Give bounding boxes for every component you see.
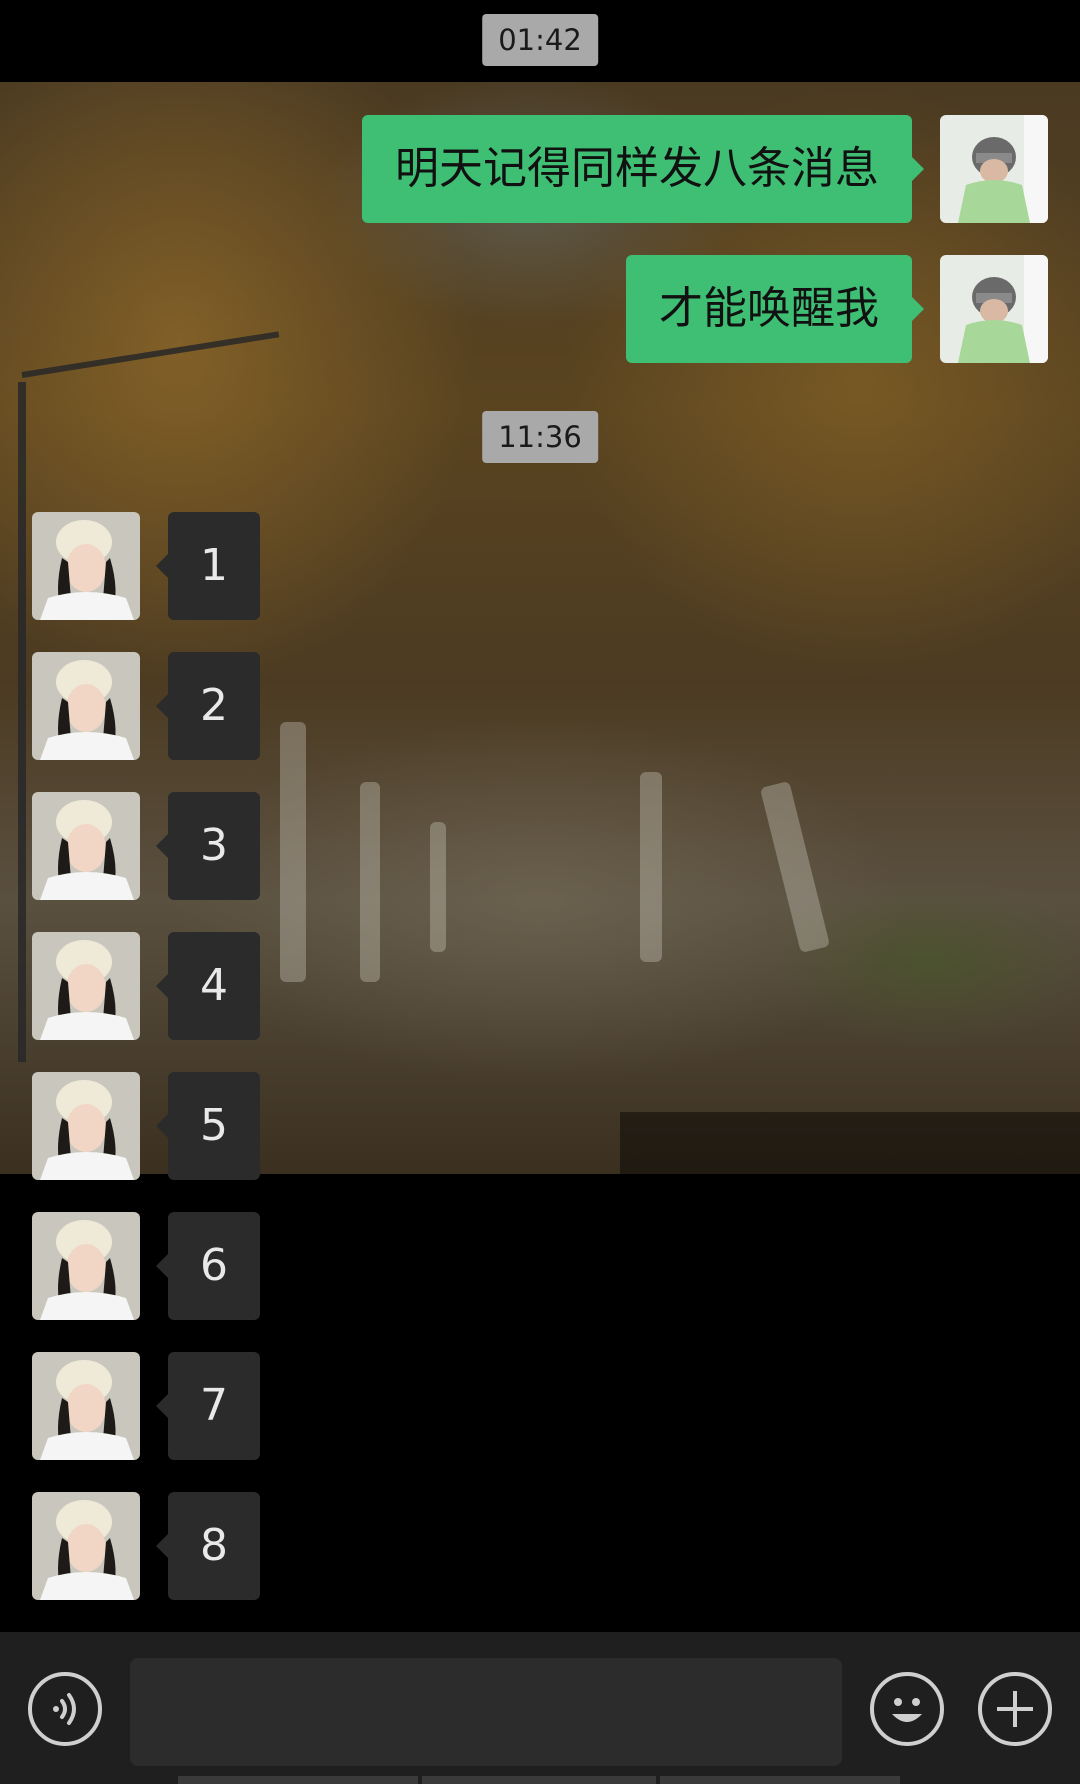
outgoing-message-bubble[interactable]: 明天记得同样发八条消息 [362, 115, 924, 223]
contact-avatar[interactable] [32, 792, 140, 900]
incoming-message-bubble[interactable]: 6 [156, 1212, 260, 1320]
lamp-post [18, 382, 26, 1062]
outgoing-message-bubble[interactable]: 才能唤醒我 [626, 255, 924, 363]
chat-input-bar [0, 1632, 1080, 1784]
emoji-button[interactable] [870, 1672, 944, 1746]
contact-avatar[interactable] [32, 512, 140, 620]
voice-button[interactable] [28, 1672, 102, 1746]
contact-avatar[interactable] [32, 652, 140, 760]
chat-wallpaper [0, 82, 1080, 1256]
my-avatar[interactable] [940, 115, 1048, 223]
ground-shadow [620, 1112, 1080, 1256]
lamp-arm [21, 331, 280, 378]
incoming-message-bubble[interactable]: 1 [156, 512, 260, 620]
emoji-icon [892, 1698, 922, 1722]
my-avatar[interactable] [940, 255, 1048, 363]
voice-icon [53, 1693, 76, 1725]
incoming-message-bubble[interactable]: 5 [156, 1072, 260, 1180]
contact-avatar[interactable] [32, 1072, 140, 1180]
timestamp: 11:36 [482, 411, 598, 463]
contact-avatar[interactable] [32, 1212, 140, 1320]
contact-avatar[interactable] [32, 1492, 140, 1600]
timestamp: 01:42 [482, 14, 598, 66]
contact-avatar[interactable] [32, 932, 140, 1040]
tree-trunk [759, 780, 831, 954]
keyboard-panel-indicator [178, 1776, 418, 1784]
tree-trunk [640, 772, 662, 962]
incoming-message-bubble[interactable]: 2 [156, 652, 260, 760]
tree-trunk [360, 782, 380, 982]
message-input[interactable] [130, 1658, 842, 1766]
keyboard-panel-indicator [660, 1776, 900, 1784]
incoming-message-bubble[interactable]: 4 [156, 932, 260, 1040]
keyboard-panel-indicator [422, 1776, 656, 1784]
contact-avatar[interactable] [32, 1352, 140, 1460]
tree-trunk [280, 722, 306, 982]
incoming-message-bubble[interactable]: 8 [156, 1492, 260, 1600]
more-button[interactable] [978, 1672, 1052, 1746]
incoming-message-bubble[interactable]: 7 [156, 1352, 260, 1460]
tree-trunk [430, 822, 446, 952]
incoming-message-bubble[interactable]: 3 [156, 792, 260, 900]
plus-icon [997, 1691, 1033, 1727]
